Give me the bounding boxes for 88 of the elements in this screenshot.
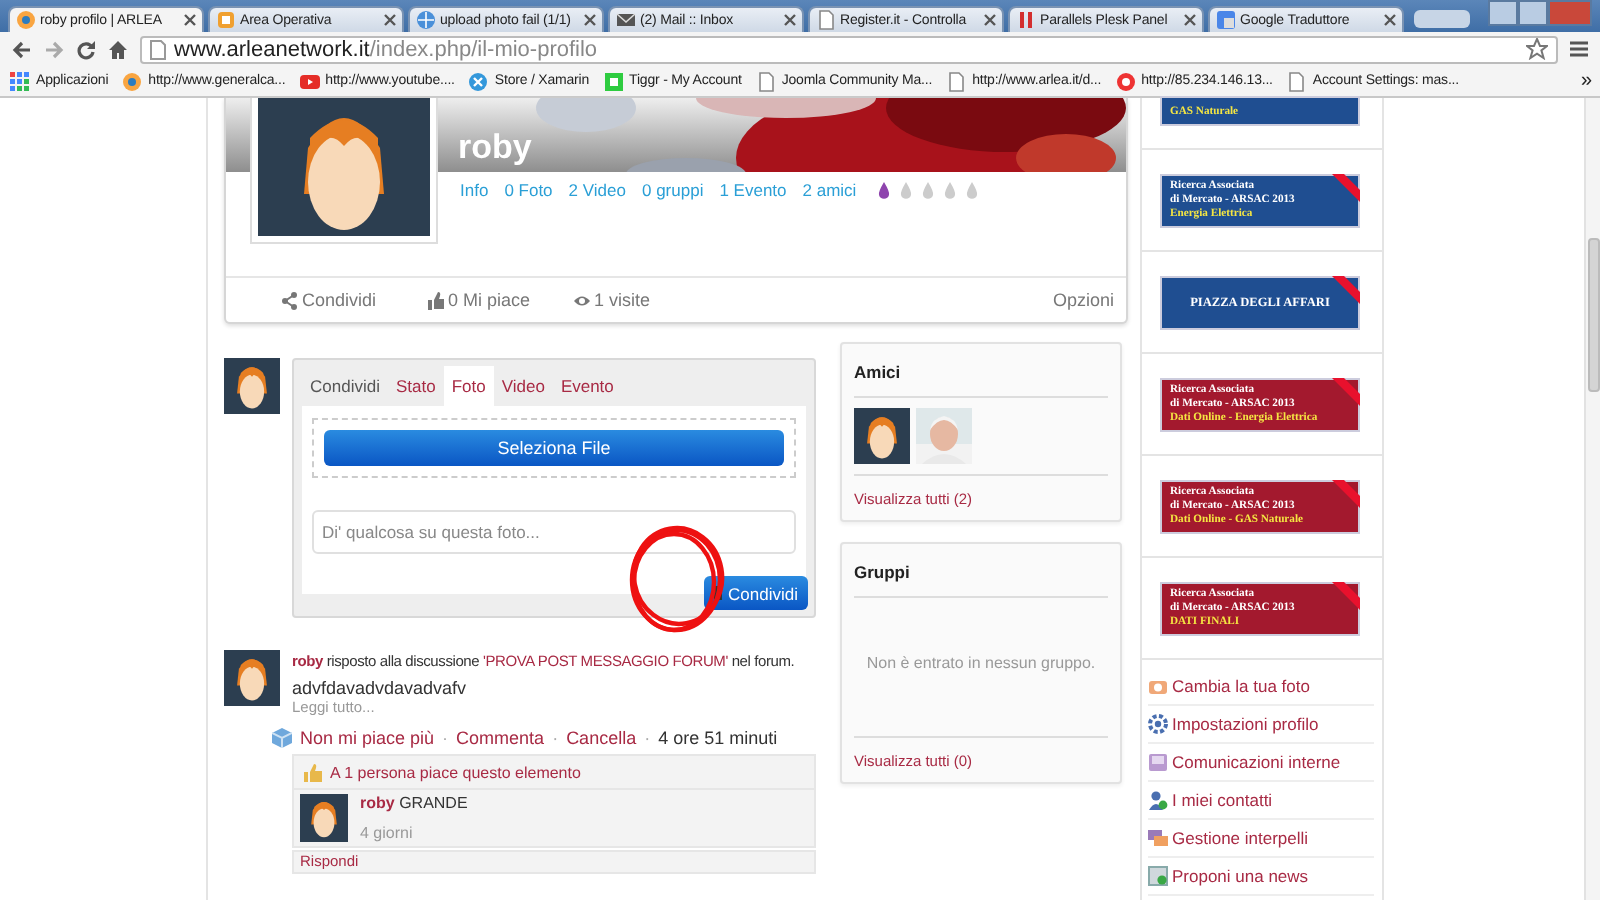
- news-icon: [1148, 866, 1168, 886]
- ribbon-icon: [1332, 377, 1360, 405]
- close-icon[interactable]: [984, 14, 996, 26]
- cube-icon: [272, 728, 292, 748]
- new-tab-button[interactable]: [1414, 10, 1470, 28]
- page-icon: [755, 71, 776, 91]
- avatar: [224, 650, 280, 706]
- camera-icon: [1148, 676, 1168, 696]
- avatar: [224, 358, 280, 414]
- joomla-icon: [122, 71, 143, 91]
- chat-icon: [1148, 828, 1168, 848]
- thumb-icon: [428, 291, 444, 309]
- reload-icon[interactable]: [76, 39, 96, 59]
- joomla-icon: [16, 10, 36, 30]
- avatar: [300, 794, 348, 842]
- avatar: [854, 408, 910, 464]
- action-link[interactable]: Cancella: [566, 728, 637, 748]
- separator-dot: ·: [442, 728, 449, 748]
- card-title: Gruppi: [854, 544, 1108, 598]
- menu-item[interactable]: Proponi una news: [1148, 858, 1374, 896]
- comment-text: roby GRANDE: [360, 794, 468, 812]
- thumb-icon: [304, 763, 322, 781]
- menu-item[interactable]: I miei contatti: [1148, 782, 1374, 820]
- profile-name: roby: [458, 130, 532, 164]
- likes-text: A 1 persona piace questo elemento: [330, 763, 581, 781]
- ribbon-icon: [1332, 581, 1360, 609]
- bars-icon: [1016, 10, 1036, 30]
- inbox-icon: [1148, 752, 1168, 772]
- address-bar[interactable]: www.arleanetwork.it/index.php/il-mio-profilo: [140, 35, 1558, 63]
- maximize-button[interactable]: [1518, 0, 1548, 26]
- url-text: www.arleanetwork.it/index.php/il-mio-profilo: [174, 37, 598, 61]
- cross-icon: [468, 71, 489, 91]
- contact-icon: [1148, 790, 1168, 810]
- ribbon-icon: [1332, 479, 1360, 507]
- post-excerpt: advfdavadvdavadvafv: [292, 678, 469, 698]
- close-icon[interactable]: [384, 14, 396, 26]
- separator-dot: ·: [644, 728, 651, 748]
- options-link[interactable]: Opzioni: [1052, 290, 1114, 310]
- profile-action[interactable]: 1 visite: [574, 290, 720, 310]
- scrollbar-thumb[interactable]: [1588, 238, 1600, 392]
- menu-item[interactable]: Cambia la tua foto: [1148, 668, 1374, 706]
- menu-item[interactable]: Impostazioni profilo: [1148, 706, 1374, 744]
- circle-icon: [1115, 71, 1136, 91]
- menu-item[interactable]: Gestione interpelli: [1148, 820, 1374, 858]
- back-icon[interactable]: [12, 39, 32, 59]
- separator-dot: ·: [552, 728, 559, 748]
- comment-field[interactable]: Di' qualcosa su questa foto...: [312, 510, 796, 554]
- home-icon[interactable]: [108, 39, 128, 59]
- post-time: 4 ore 51 minuti: [658, 728, 778, 748]
- composer-tab[interactable]: Condividi: [302, 366, 388, 406]
- close-icon[interactable]: [584, 14, 596, 26]
- play-icon: [299, 71, 320, 91]
- empty-message: Non è entrato in nessun gruppo.: [854, 598, 1108, 738]
- close-icon[interactable]: [1184, 14, 1196, 26]
- action-link[interactable]: Non mi piace più: [300, 728, 435, 748]
- composer-tab[interactable]: Foto: [443, 366, 494, 406]
- close-icon[interactable]: [1384, 14, 1396, 26]
- page-icon: [946, 71, 967, 91]
- profile-action[interactable]: 0 Mi piace: [428, 290, 574, 310]
- page-icon: [150, 39, 166, 59]
- file-drop-zone[interactable]: Seleziona File: [312, 418, 796, 478]
- minimize-button[interactable]: [1488, 0, 1518, 26]
- card-title: Amici: [854, 344, 1108, 398]
- square-icon: [603, 71, 624, 91]
- more-bookmarks-button[interactable]: »: [1581, 70, 1592, 92]
- ribbon-icon: [1332, 173, 1360, 201]
- share-icon: [282, 291, 298, 309]
- profile-action[interactable]: Condividi: [282, 290, 428, 310]
- circle-annotation: [626, 520, 726, 636]
- page-icon: [1286, 71, 1307, 91]
- composer-tab[interactable]: Evento: [552, 366, 622, 406]
- square-icon: [216, 10, 236, 30]
- translate-icon: [1216, 10, 1236, 30]
- select-file-button[interactable]: Seleziona File: [324, 430, 784, 466]
- settings-icon: [1148, 714, 1168, 734]
- ribbon-icon: [1332, 275, 1360, 303]
- star-icon[interactable]: [1526, 38, 1548, 60]
- menu-item[interactable]: Comunicazioni interne: [1148, 744, 1374, 782]
- composer-tab[interactable]: Video: [493, 366, 553, 406]
- comment-time: 4 giorni: [360, 824, 415, 842]
- action-link[interactable]: Commenta: [456, 728, 545, 748]
- close-icon[interactable]: [784, 14, 796, 26]
- composer-tab[interactable]: Stato: [387, 366, 444, 406]
- apps-icon: [10, 71, 30, 91]
- eye-icon: [574, 291, 590, 309]
- envelope-icon: [616, 10, 636, 30]
- close-icon[interactable]: [184, 14, 196, 26]
- menu-icon[interactable]: [1570, 40, 1588, 58]
